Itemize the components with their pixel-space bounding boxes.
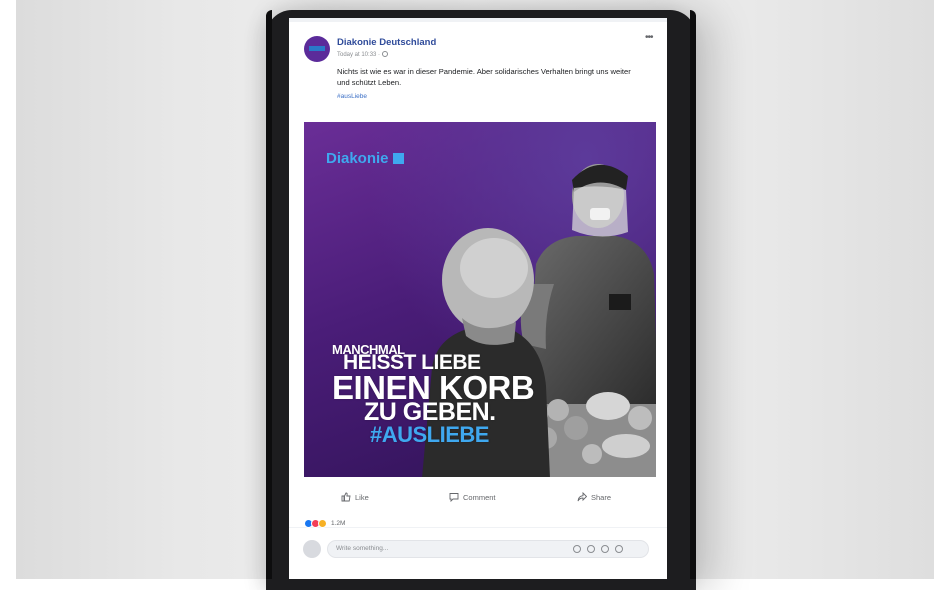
brand-logo-text: Diakonie	[326, 150, 389, 167]
timestamp-text: Today at 10:33 ·	[337, 52, 381, 58]
phone-edge-right	[690, 10, 696, 579]
comment-label: Comment	[463, 492, 496, 502]
page-avatar[interactable]	[304, 36, 330, 62]
avatar-logo-mark	[309, 46, 325, 51]
user-avatar	[303, 540, 321, 558]
page-name-link[interactable]: Diakonie Deutschland	[337, 37, 436, 48]
sticker-icon[interactable]	[615, 545, 623, 553]
globe-icon	[382, 51, 389, 57]
comment-button[interactable]: Comment	[449, 492, 496, 502]
post-actions-bar: Like Comment Share	[289, 488, 667, 512]
care-reaction-icon	[318, 518, 327, 528]
share-icon	[577, 492, 587, 502]
facebook-post: Diakonie Deutschland Today at 10:33 · ••…	[289, 22, 667, 528]
phone-screen: Diakonie Deutschland Today at 10:33 · ••…	[289, 18, 667, 579]
post-image[interactable]: Diakonie MANCHMAL HEISST LIEBE EINEN KOR…	[304, 122, 656, 477]
like-button[interactable]: Like	[341, 492, 369, 502]
post-text: Nichts ist wie es war in dieser Pandemie…	[337, 67, 631, 87]
comment-composer: Write something...	[289, 528, 667, 579]
like-label: Like	[355, 492, 369, 502]
post-timestamp[interactable]: Today at 10:33 ·	[337, 51, 389, 58]
more-icon[interactable]: •••	[645, 32, 653, 43]
share-label: Share	[591, 492, 612, 502]
comment-tools	[573, 545, 623, 553]
brand-logo: Diakonie	[326, 150, 404, 167]
emoji-icon[interactable]	[573, 545, 581, 553]
comment-icon	[449, 493, 459, 502]
phone-edge-left	[266, 10, 272, 579]
share-button[interactable]: Share	[577, 492, 611, 502]
like-icon	[341, 492, 351, 502]
camera-icon[interactable]	[587, 545, 595, 553]
headline-hashtag: #AUSLIEBE	[370, 422, 489, 447]
gif-icon[interactable]	[601, 545, 609, 553]
reaction-count: 1.2M	[331, 519, 346, 527]
logo-mark-icon	[392, 153, 404, 164]
hashtag-link[interactable]: #ausLiebe	[337, 93, 367, 100]
